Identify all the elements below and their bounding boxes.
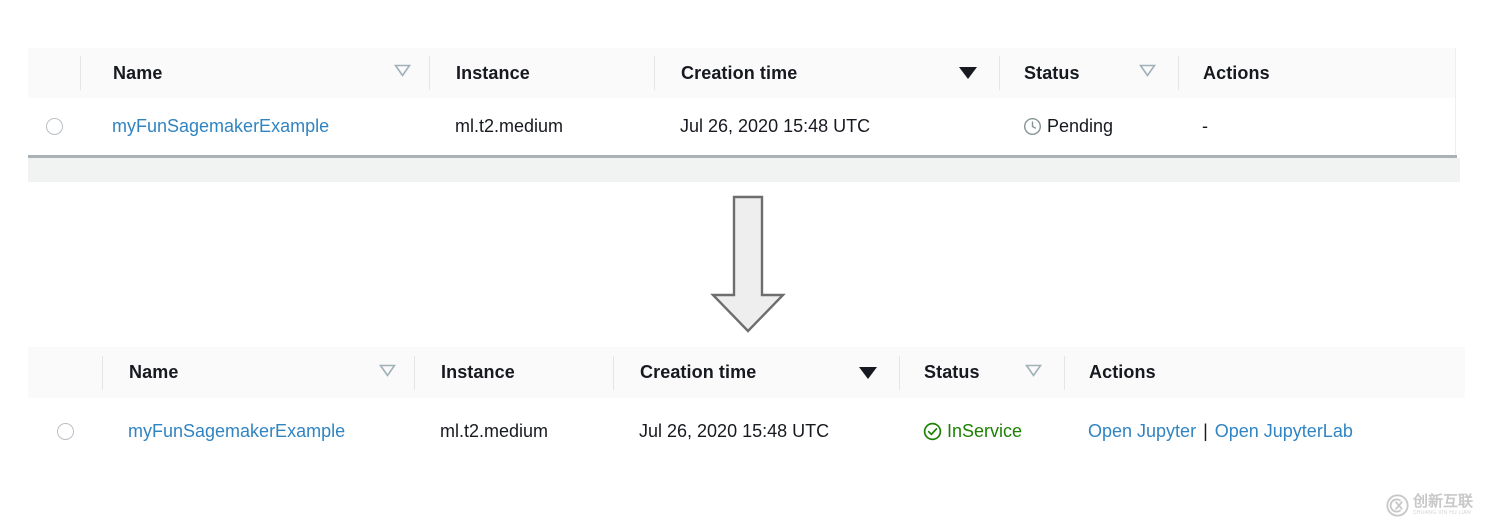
column-header-name-label: Name [113,62,163,83]
column-header-creation-time[interactable]: Creation time [614,347,899,398]
column-header-instance[interactable]: Instance [415,347,613,398]
open-jupyter-link[interactable]: Open Jupyter [1088,421,1196,442]
column-header-instance-label: Instance [456,62,530,83]
column-header-status-label: Status [1024,62,1080,83]
table-row[interactable]: myFunSagemakerExample ml.t2.medium Jul 2… [28,398,1465,465]
down-arrow-icon [710,195,786,333]
sort-unsorted-icon[interactable] [393,64,412,82]
column-header-status-label: Status [924,362,980,382]
watermark-name-cn: 创新互联 [1413,493,1474,510]
status-label: InService [947,421,1023,441]
actions-placeholder: - [1202,116,1208,136]
cell-instance: ml.t2.medium [429,98,654,155]
column-header-actions: Actions [1179,48,1455,98]
column-header-name[interactable]: Name [81,48,429,98]
column-header-actions-label: Actions [1089,362,1156,382]
cell-status: InService [899,398,1064,465]
sort-unsorted-icon[interactable] [378,364,397,382]
open-jupyterlab-link[interactable]: Open JupyterLab [1215,421,1353,442]
cell-actions: Open Jupyter | Open JupyterLab [1064,398,1465,465]
row-select-cell[interactable] [28,98,80,155]
instance-type-value: ml.t2.medium [455,116,564,136]
table-row[interactable]: myFunSagemakerExample ml.t2.medium Jul 2… [28,98,1455,155]
cell-name: myFunSagemakerExample [102,398,414,465]
row-radio-button[interactable] [56,423,74,440]
instance-type-value: ml.t2.medium [440,421,549,441]
cell-status: Pending [999,98,1178,155]
header-select-cell [28,347,102,398]
sort-unsorted-icon[interactable] [1024,364,1043,382]
status-badge: InService [923,421,1022,442]
sort-unsorted-icon[interactable] [1138,64,1157,82]
table-header-row: Name Instance Creation time Status Actio… [28,347,1465,399]
inservice-notebook-table: Name Instance Creation time Status Actio… [28,347,1465,465]
column-header-actions: Actions [1065,347,1465,398]
cell-instance: ml.t2.medium [414,398,613,465]
notebook-instance-link[interactable]: myFunSagemakerExample [128,421,345,442]
column-header-creation-time[interactable]: Creation time [655,48,999,98]
pending-notebook-table: Name Instance Creation time Status Actio… [28,48,1456,155]
column-header-name-label: Name [129,362,179,382]
notebook-instance-link[interactable]: myFunSagemakerExample [112,116,329,137]
column-header-status[interactable]: Status [900,347,1064,398]
watermark-name-pinyin: CHUANG XIN HU LIAN [1413,510,1471,516]
cell-actions: - [1178,98,1455,155]
cx-logo-icon [1386,493,1409,517]
column-header-status[interactable]: Status [1000,48,1178,98]
table-header-row: Name Instance Creation time Status Actio… [28,48,1455,99]
status-label: Pending [1047,116,1114,136]
cell-name: myFunSagemakerExample [80,98,429,155]
row-select-cell[interactable] [28,398,102,465]
column-header-instance[interactable]: Instance [430,48,654,98]
column-header-instance-label: Instance [441,362,515,382]
cell-creation-time: Jul 26, 2020 15:48 UTC [613,398,899,465]
column-header-creation-time-label: Creation time [681,62,798,83]
status-badge: Pending [1023,116,1113,137]
column-header-creation-time-label: Creation time [640,362,757,382]
sort-descending-icon[interactable] [959,67,977,79]
header-select-cell [28,48,80,98]
sort-descending-icon[interactable] [859,366,877,379]
creation-time-value: Jul 26, 2020 15:48 UTC [639,421,830,441]
row-radio-button[interactable] [45,118,63,135]
column-header-actions-label: Actions [1203,62,1270,83]
clock-icon [1023,117,1042,136]
site-watermark: 创新互联 CHUANG XIN HU LIAN [1386,489,1482,521]
table-footer-band [28,158,1460,182]
cell-creation-time: Jul 26, 2020 15:48 UTC [654,98,999,155]
action-separator: | [1203,421,1208,441]
check-circle-icon [923,422,942,441]
column-header-name[interactable]: Name [103,347,414,398]
creation-time-value: Jul 26, 2020 15:48 UTC [680,116,871,136]
